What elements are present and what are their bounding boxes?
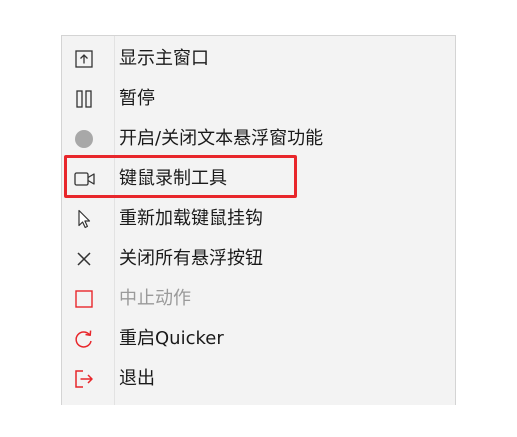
menu-item-label: 暂停 bbox=[119, 88, 155, 109]
restart-icon bbox=[74, 329, 94, 349]
highlight-annotation-box bbox=[64, 155, 297, 198]
menu-item-stop-action: 中止动作 bbox=[62, 279, 455, 319]
circle-icon bbox=[74, 129, 94, 149]
menu-item-pause[interactable]: 暂停 bbox=[62, 79, 455, 119]
menu-item-label: 中止动作 bbox=[119, 288, 191, 309]
cursor-icon bbox=[74, 209, 94, 229]
menu-item-show-main-window[interactable]: 显示主窗口 bbox=[62, 39, 455, 79]
stop-icon bbox=[74, 289, 94, 309]
menu-item-label: 退出 bbox=[119, 368, 155, 389]
menu-item-close-floating-buttons[interactable]: 关闭所有悬浮按钮 bbox=[62, 239, 455, 279]
menu-item-toggle-text-float[interactable]: 开启/关闭文本悬浮窗功能 bbox=[62, 119, 455, 159]
menu-item-label: 重启Quicker bbox=[119, 328, 224, 349]
menu-item-label: 显示主窗口 bbox=[119, 48, 209, 69]
screenshot-stage: 显示主窗口 暂停 开启/关闭文本悬浮窗功能 键鼠录制工具 重新加载键鼠挂钩 关闭… bbox=[0, 0, 517, 437]
menu-item-label: 重新加载键鼠挂钩 bbox=[119, 208, 263, 229]
menu-item-restart[interactable]: 重启Quicker bbox=[62, 319, 455, 359]
menu-item-label: 关闭所有悬浮按钮 bbox=[119, 248, 263, 269]
menu-item-label: 开启/关闭文本悬浮窗功能 bbox=[119, 128, 324, 149]
context-menu: 显示主窗口 暂停 开启/关闭文本悬浮窗功能 键鼠录制工具 重新加载键鼠挂钩 关闭… bbox=[61, 35, 456, 405]
close-icon bbox=[74, 249, 94, 269]
show-window-icon bbox=[74, 49, 94, 69]
menu-item-exit[interactable]: 退出 bbox=[62, 359, 455, 399]
menu-item-reload-hooks[interactable]: 重新加载键鼠挂钩 bbox=[62, 199, 455, 239]
pause-icon bbox=[74, 89, 94, 109]
exit-icon bbox=[74, 369, 94, 389]
